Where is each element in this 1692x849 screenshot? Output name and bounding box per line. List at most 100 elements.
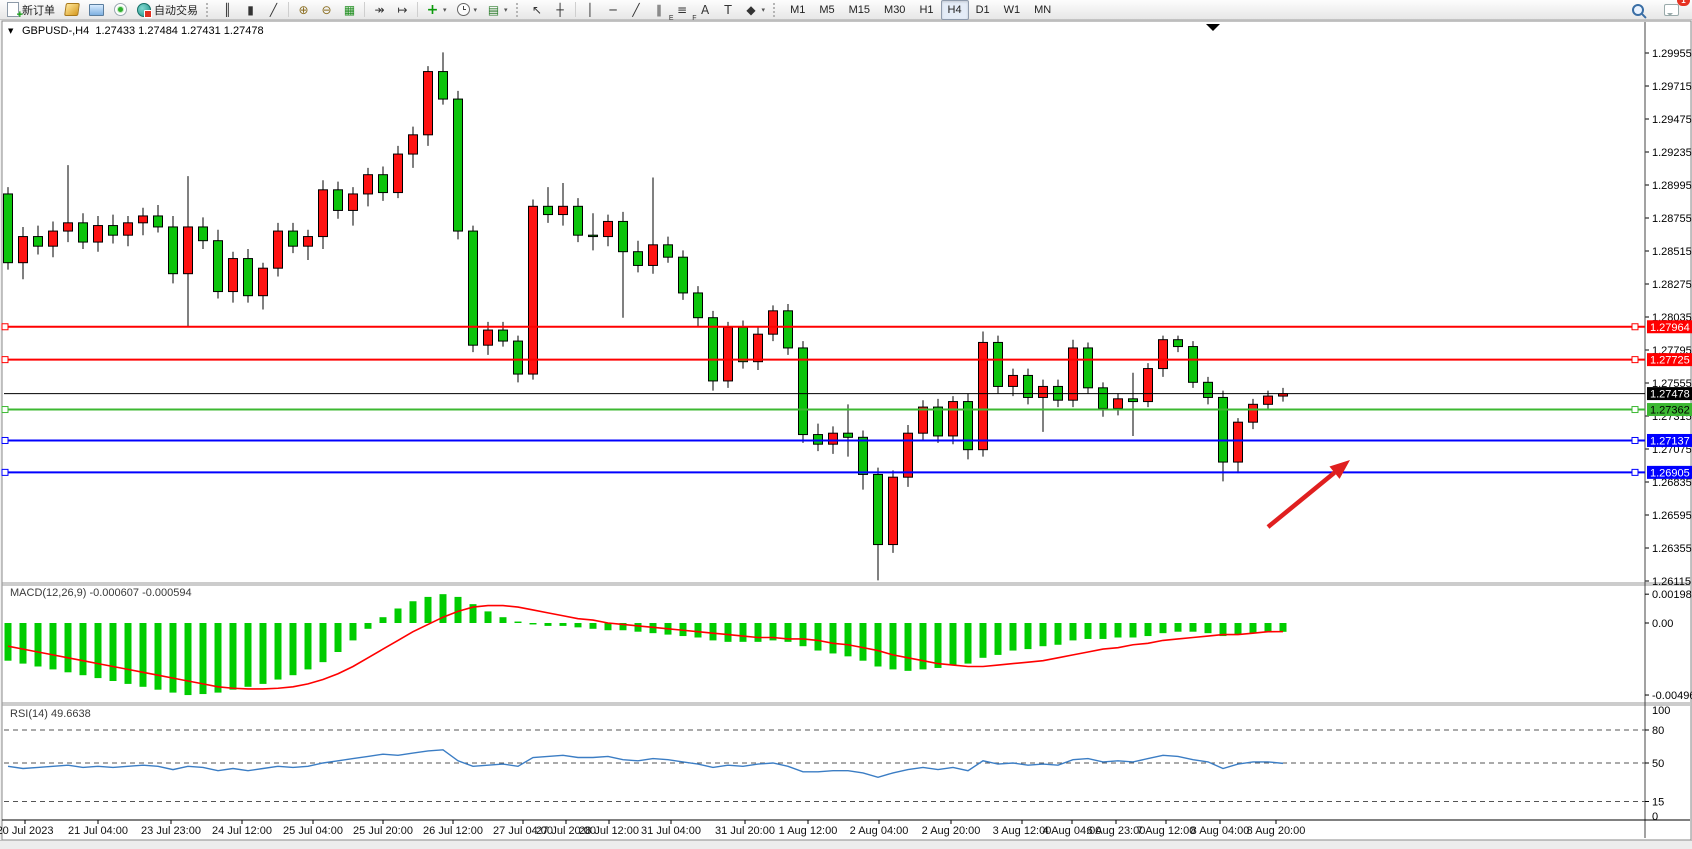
text-button[interactable]: A <box>694 0 717 20</box>
auto-scroll-button[interactable]: ↠ <box>368 0 391 20</box>
candle-body <box>1129 399 1138 402</box>
rsi-indicator-label: RSI(14) 49.6638 <box>10 708 91 720</box>
candle-body <box>1039 386 1048 397</box>
text-label-button[interactable]: T <box>717 0 740 20</box>
line-handle[interactable] <box>2 407 8 413</box>
line-handle[interactable] <box>2 437 8 443</box>
candle-body <box>334 190 343 211</box>
candle-body <box>1204 382 1213 397</box>
chart-shift-button[interactable]: ↦ <box>391 0 414 20</box>
search-button[interactable] <box>1627 0 1649 20</box>
price-tick-label: 1.26355 <box>1652 543 1692 555</box>
indicators-button[interactable]: +▾ <box>421 0 452 20</box>
fibonacci-icon: ≡ <box>676 3 689 17</box>
price-level-badge-text: 1.27725 <box>1650 355 1690 367</box>
price-level-badge-text: 1.26905 <box>1650 467 1690 479</box>
vertical-line-button[interactable]: │ <box>579 0 602 20</box>
tf-h4-button[interactable]: H4 <box>941 0 969 20</box>
chart-title: GBPUSD-,H4 1.27433 1.27484 1.27431 1.274… <box>22 25 264 37</box>
macd-histogram-bar <box>260 623 267 684</box>
cursor-button[interactable]: ↖ <box>526 0 549 20</box>
line-handle[interactable] <box>1632 437 1638 443</box>
toolbar-separator <box>288 2 289 17</box>
macd-histogram-bar <box>635 623 642 632</box>
macd-histogram-bar <box>1130 623 1137 638</box>
periods-button[interactable]: ▾ <box>452 0 483 20</box>
macd-histogram-bar <box>710 623 717 640</box>
tf-m15-button[interactable]: M15 <box>842 0 877 20</box>
candle-body <box>169 227 178 274</box>
crosshair-button[interactable]: ┼ <box>549 0 572 20</box>
macd-axis-label: 0.00 <box>1652 618 1673 630</box>
candle-body <box>769 311 778 334</box>
chart-window-button[interactable] <box>84 0 109 20</box>
autotrading-icon <box>137 3 151 17</box>
tf-h1-button[interactable]: H1 <box>912 0 940 20</box>
mt4-terminal: 新订单自动交易║▮╱⊕⊖▦↠↦+▾▾▤▾↖┼│─╱∥E≡FAT◆▾M1M5M15… <box>0 0 1692 849</box>
tf-m5-label: M5 <box>819 4 834 16</box>
equidistant-channel-button[interactable]: ∥E <box>648 0 671 20</box>
macd-histogram-bar <box>560 623 567 626</box>
arrows-button[interactable]: ◆▾ <box>740 0 771 20</box>
macd-histogram-bar <box>695 623 702 638</box>
horizontal-line-button[interactable]: ─ <box>602 0 625 20</box>
tile-windows-icon: ▦ <box>343 3 356 17</box>
candle-body <box>319 190 328 237</box>
line-handle[interactable] <box>2 357 8 363</box>
line-handle[interactable] <box>1632 469 1638 475</box>
tf-h1-label: H1 <box>919 4 933 16</box>
fibonacci-button[interactable]: ≡F <box>671 0 694 20</box>
macd-histogram-bar <box>875 623 882 667</box>
line-handle[interactable] <box>2 324 8 330</box>
autotrading-button[interactable]: 自动交易 <box>132 0 203 20</box>
time-tick-label: 28 Jul 12:00 <box>579 825 639 837</box>
tf-w1-button[interactable]: W1 <box>997 0 1028 20</box>
bar-chart-mode-button[interactable]: ║ <box>216 0 239 20</box>
candle-body <box>994 342 1003 386</box>
candle-body <box>64 223 73 231</box>
equidistant-channel-icon: ∥ <box>653 3 666 17</box>
candle-body <box>484 330 493 345</box>
candle-body <box>19 237 28 263</box>
chart-canvas[interactable]: 1.299551.297151.294751.292351.289951.287… <box>0 0 1692 849</box>
price-tick-label: 1.29475 <box>1652 114 1692 126</box>
time-tick-label: 8 Aug 04:00 <box>1191 825 1250 837</box>
templates-button[interactable]: ▤▾ <box>482 0 513 20</box>
line-handle[interactable] <box>1632 357 1638 363</box>
macd-histogram-bar <box>545 623 552 626</box>
toolbar-separator <box>364 2 365 17</box>
candle-body <box>274 231 283 268</box>
tf-mn-button[interactable]: MN <box>1027 0 1058 20</box>
zoom-out-icon: ⊖ <box>320 3 333 17</box>
tf-m5-button[interactable]: M5 <box>812 0 841 20</box>
line-handle[interactable] <box>1632 407 1638 413</box>
candle-body <box>1009 375 1018 386</box>
zoom-out-button[interactable]: ⊖ <box>315 0 338 20</box>
chart-shift-icon: ↦ <box>396 3 409 17</box>
candle-body <box>424 72 433 135</box>
tile-windows-button[interactable]: ▦ <box>338 0 361 20</box>
notifications-button[interactable]: 1 <box>1659 0 1684 20</box>
price-tick-label: 1.28515 <box>1652 246 1692 258</box>
tf-d1-button[interactable]: D1 <box>969 0 997 20</box>
tf-m30-button[interactable]: M30 <box>877 0 912 20</box>
line-handle[interactable] <box>1632 324 1638 330</box>
zoom-in-button[interactable]: ⊕ <box>292 0 315 20</box>
market-watch-button[interactable] <box>60 0 84 20</box>
price-tick-label: 1.28995 <box>1652 180 1692 192</box>
line-chart-mode-button[interactable]: ╱ <box>262 0 285 20</box>
crosshair-icon: ┼ <box>554 3 567 17</box>
line-handle[interactable] <box>2 469 8 475</box>
trendline-button[interactable]: ╱ <box>625 0 648 20</box>
macd-histogram-bar <box>320 623 327 662</box>
candle-body <box>214 241 223 292</box>
one-click-trading-caret-icon[interactable]: ▼ <box>8 27 13 35</box>
signals-button[interactable] <box>109 0 132 20</box>
macd-histogram-bar <box>1280 623 1287 632</box>
tf-m1-button[interactable]: M1 <box>783 0 812 20</box>
new-order-button[interactable]: 新订单 <box>2 0 60 20</box>
candle-body <box>514 341 523 374</box>
candlestick-mode-button[interactable]: ▮ <box>239 0 262 20</box>
tf-m15-label: M15 <box>849 4 870 16</box>
macd-histogram-bar <box>485 611 492 623</box>
